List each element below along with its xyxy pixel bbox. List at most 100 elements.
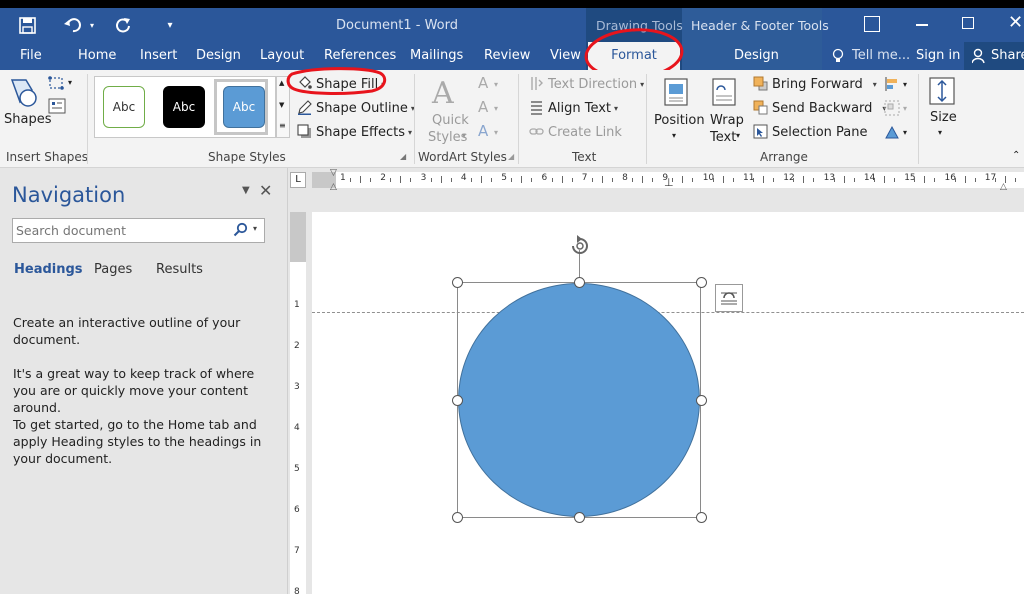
position-icon[interactable] [664, 78, 688, 106]
text-effects-icon[interactable]: A [478, 122, 488, 140]
nav-tab-results[interactable]: Results [156, 262, 203, 277]
resize-handle-top-left[interactable] [452, 277, 463, 288]
text-effects-dropdown-icon[interactable]: ▾ [494, 128, 498, 137]
insert-shapes-group-label: Insert Shapes [6, 150, 89, 164]
ruler-tick [531, 178, 533, 182]
shape-styles-launcher-icon[interactable]: ◢ [400, 152, 406, 161]
undo-dropdown-icon[interactable]: ▾ [87, 8, 97, 42]
shape-style-swatch-1[interactable]: Abc [103, 86, 145, 128]
rotation-handle-icon[interactable] [568, 234, 592, 258]
nav-help-paragraph: Create an interactive outline of your do… [13, 315, 241, 347]
tab-selector-icon[interactable]: L [290, 172, 306, 188]
resize-handle-right[interactable] [696, 395, 707, 406]
align-dropdown-icon[interactable]: ▾ [903, 80, 907, 89]
nav-tab-headings[interactable]: Headings [14, 262, 83, 277]
gallery-more-icon[interactable]: ≡ [279, 121, 286, 130]
ruler-tick [652, 178, 654, 182]
tab-insert[interactable]: Insert [138, 42, 179, 70]
quick-styles-dropdown-icon[interactable]: ▾ [462, 131, 466, 140]
tab-header-footer-design[interactable]: Design [732, 42, 781, 70]
shape-style-swatch-3[interactable]: Abc [223, 86, 265, 128]
edit-shape-dropdown-icon[interactable]: ▾ [68, 78, 72, 87]
search-options-icon[interactable]: ▾ [253, 224, 257, 233]
group-dropdown-icon[interactable]: ▾ [903, 104, 907, 113]
nav-tab-pages[interactable]: Pages [94, 262, 132, 277]
tab-home[interactable]: Home [76, 42, 118, 70]
gallery-down-icon[interactable]: ▼ [279, 101, 284, 109]
ruler-tick [350, 178, 351, 182]
ruler-tick [440, 176, 442, 183]
ruler-number: 7 [294, 546, 300, 556]
save-icon[interactable] [14, 8, 40, 42]
text-outline-dropdown-icon[interactable]: ▾ [494, 104, 498, 113]
shapes-button-label[interactable]: Shapes [4, 112, 51, 127]
resize-handle-top-right[interactable] [696, 277, 707, 288]
shape-style-swatch-2[interactable]: Abc [163, 86, 205, 128]
wrap-text-label-line2[interactable]: Text [710, 130, 736, 145]
size-icon[interactable] [928, 76, 956, 106]
size-label[interactable]: Size [930, 110, 957, 125]
resize-handle-bottom-right[interactable] [696, 512, 707, 523]
text-outline-icon[interactable]: A [478, 98, 488, 116]
draw-text-box-icon[interactable] [48, 98, 66, 114]
text-fill-icon[interactable]: A [478, 74, 488, 92]
ruler-tick [591, 178, 593, 182]
resize-handle-bottom[interactable] [574, 512, 585, 523]
undo-icon[interactable] [60, 8, 86, 42]
bring-forward-button[interactable]: Bring Forward ▾ [752, 76, 877, 92]
right-indent-marker[interactable]: △ [1000, 182, 1007, 192]
separator [518, 74, 519, 164]
sign-in-link[interactable]: Sign in [914, 42, 962, 70]
wrap-text-dropdown-icon[interactable]: ▾ [736, 131, 740, 140]
position-label[interactable]: Position [654, 113, 705, 128]
tab-stop-marker[interactable]: ⊥ [664, 176, 674, 189]
wordart-launcher-icon[interactable]: ◢ [508, 152, 514, 161]
tab-design[interactable]: Design [194, 42, 243, 70]
search-box[interactable]: ▾ [12, 218, 265, 243]
pane-options-icon[interactable]: ▼ [242, 185, 250, 196]
hanging-indent-marker[interactable]: △ [330, 182, 337, 192]
rotate-dropdown-icon[interactable]: ▾ [903, 128, 907, 137]
tab-file[interactable]: File [18, 42, 44, 70]
text-fill-dropdown-icon[interactable]: ▾ [494, 80, 498, 89]
tab-review[interactable]: Review [482, 42, 532, 70]
create-link-button[interactable]: Create Link [528, 124, 622, 140]
text-direction-button[interactable]: Text Direction ▾ [528, 76, 644, 92]
shape-effects-icon [296, 124, 312, 140]
quick-styles-label-line1[interactable]: Quick [432, 113, 469, 128]
position-dropdown-icon[interactable]: ▾ [672, 131, 676, 140]
shape-outline-button[interactable]: Shape Outline ▾ [296, 100, 415, 116]
shape-effects-button[interactable]: Shape Effects ▾ [296, 124, 412, 140]
size-dropdown-icon[interactable]: ▾ [938, 128, 942, 137]
customize-qat-icon[interactable]: ▾ [162, 8, 178, 42]
pane-close-icon[interactable]: ✕ [259, 181, 272, 200]
resize-handle-top[interactable] [574, 277, 585, 288]
group-objects-icon[interactable] [884, 100, 900, 116]
collapse-ribbon-icon[interactable]: ⌃ [1012, 150, 1020, 161]
selection-pane-button[interactable]: Selection Pane [752, 124, 868, 140]
search-icon[interactable] [233, 222, 248, 240]
tab-mailings[interactable]: Mailings [408, 42, 465, 70]
close-window-icon[interactable]: ✕ [1008, 12, 1023, 33]
wrap-text-icon[interactable] [712, 78, 736, 106]
rotate-objects-icon[interactable] [884, 124, 900, 140]
search-input[interactable] [13, 219, 223, 242]
align-objects-icon[interactable] [884, 76, 900, 92]
circle-shape[interactable] [458, 283, 700, 517]
share-button[interactable]: Share [964, 42, 1024, 70]
ribbon-display-options-icon[interactable] [864, 16, 880, 32]
layout-options-icon[interactable] [715, 284, 743, 312]
resize-handle-bottom-left[interactable] [452, 512, 463, 523]
edit-shape-icon[interactable] [48, 76, 66, 92]
tell-me-search[interactable]: Tell me... [850, 42, 912, 70]
minimize-icon[interactable] [916, 24, 928, 26]
quick-styles-icon[interactable]: A [432, 76, 466, 112]
maximize-icon[interactable] [962, 17, 974, 29]
shapes-gallery-icon[interactable] [6, 76, 42, 116]
send-backward-button[interactable]: Send Backward ▾ [752, 100, 886, 116]
align-text-button[interactable]: Align Text ▾ [528, 100, 618, 116]
redo-icon[interactable] [110, 8, 136, 42]
resize-handle-left[interactable] [452, 395, 463, 406]
wrap-text-label-line1[interactable]: Wrap [710, 113, 744, 128]
first-line-indent-marker[interactable]: ▽ [330, 168, 337, 178]
